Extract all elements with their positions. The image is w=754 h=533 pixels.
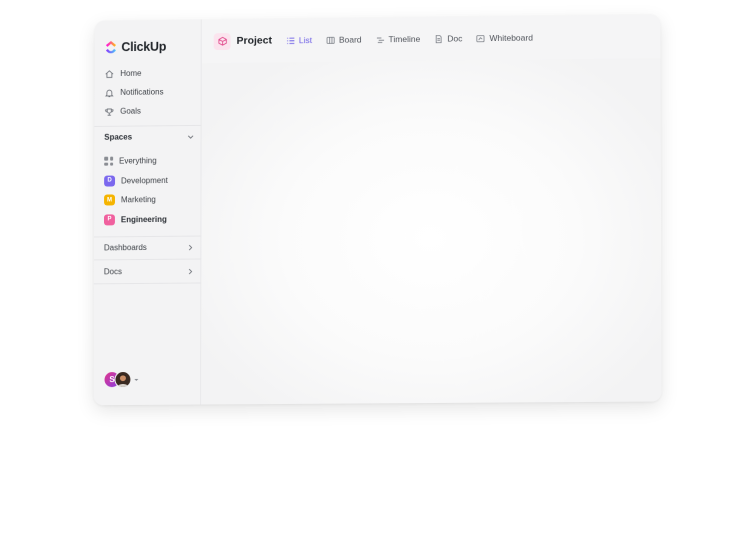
divider: [94, 282, 201, 284]
divider: [94, 259, 201, 261]
trophy-icon: [104, 106, 114, 116]
whiteboard-icon: [476, 34, 485, 43]
nav-item-goals[interactable]: Goals: [104, 101, 195, 121]
tab-label: Board: [339, 35, 362, 45]
clickup-logo-icon: [104, 40, 117, 54]
primary-nav: Home Notifications Goals: [104, 63, 195, 121]
space-item-marketing[interactable]: M Marketing: [104, 190, 195, 210]
space-item-label: Engineering: [121, 215, 167, 224]
board-icon: [326, 35, 335, 44]
person-icon: [115, 371, 130, 387]
tab-whiteboard[interactable]: Whiteboard: [476, 33, 533, 44]
spaces-header[interactable]: Spaces: [104, 132, 194, 142]
nav-item-label: Goals: [120, 107, 141, 116]
divider: [94, 125, 201, 127]
view-header: Project List Board Timeline Doc Whiteboa…: [202, 14, 661, 63]
space-item-label: Everything: [119, 156, 157, 165]
space-item-everything[interactable]: Everything: [104, 151, 195, 171]
bell-icon: [104, 88, 114, 98]
app-window: ClickUp Home Notifications Goals Spaces …: [94, 14, 662, 405]
tab-board[interactable]: Board: [326, 35, 362, 45]
home-icon: [104, 69, 114, 79]
space-badge: D: [104, 175, 115, 186]
tab-list[interactable]: List: [286, 35, 312, 45]
nav-item-label: Notifications: [120, 87, 163, 96]
nav-item-notifications[interactable]: Notifications: [104, 82, 195, 102]
main-content: [201, 58, 662, 404]
tab-doc[interactable]: Doc: [434, 33, 462, 43]
docs-label: Docs: [104, 267, 122, 276]
space-badge: M: [104, 195, 115, 206]
space-badge: P: [104, 214, 115, 225]
space-item-development[interactable]: D Development: [104, 170, 195, 190]
divider: [94, 236, 201, 238]
tab-timeline[interactable]: Timeline: [376, 34, 421, 44]
space-list: Everything D Development M Marketing P E…: [104, 151, 196, 230]
brand-logo[interactable]: ClickUp: [104, 40, 166, 55]
sidebar: ClickUp Home Notifications Goals Spaces …: [94, 19, 202, 405]
doc-icon: [434, 34, 443, 43]
cube-icon: [214, 33, 231, 50]
user-menu[interactable]: S: [104, 371, 140, 388]
chevron-down-icon[interactable]: [187, 132, 195, 140]
docs-section[interactable]: Docs: [104, 267, 195, 277]
project-title: Project: [237, 35, 272, 47]
tab-label: List: [299, 35, 312, 45]
nav-item-home[interactable]: Home: [104, 63, 195, 83]
nav-item-label: Home: [120, 69, 141, 78]
dashboards-label: Dashboards: [104, 243, 147, 252]
brand-name: ClickUp: [121, 40, 166, 54]
grid-icon: [104, 157, 113, 166]
caret-down-icon[interactable]: [133, 376, 139, 382]
spaces-heading: Spaces: [104, 133, 132, 142]
dashboards-section[interactable]: Dashboards: [104, 243, 195, 253]
chevron-right-icon: [186, 267, 194, 275]
project-title-group[interactable]: Project: [214, 32, 272, 50]
tab-label: Timeline: [389, 34, 421, 44]
tab-label: Whiteboard: [489, 33, 533, 43]
space-item-label: Development: [121, 176, 168, 185]
space-item-label: Marketing: [121, 195, 156, 204]
chevron-right-icon: [186, 243, 194, 251]
list-icon: [286, 36, 295, 45]
timeline-icon: [376, 35, 385, 44]
avatar-photo[interactable]: [114, 371, 131, 388]
tab-label: Doc: [447, 33, 462, 43]
space-item-engineering[interactable]: P Engineering: [104, 209, 195, 229]
